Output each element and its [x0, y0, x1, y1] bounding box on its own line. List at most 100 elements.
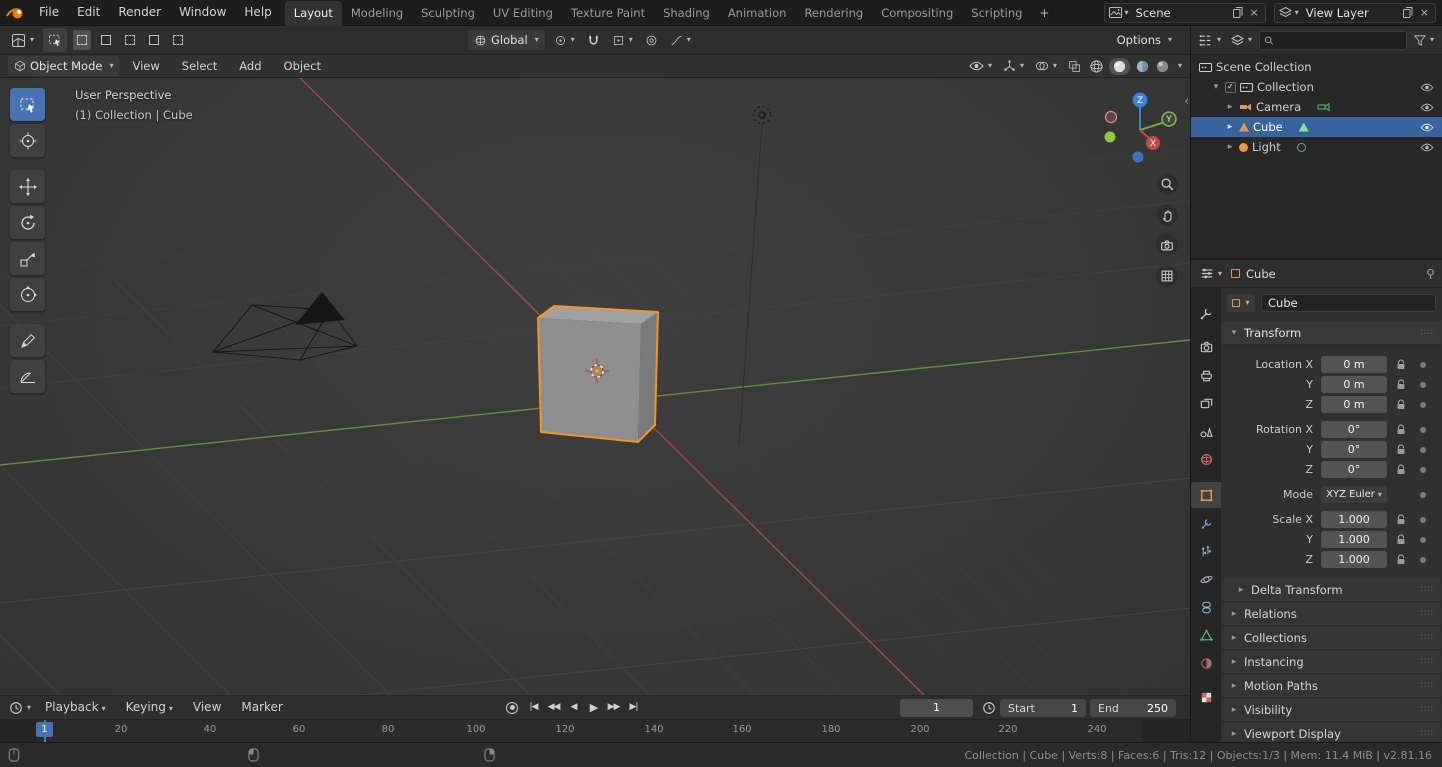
proportional-falloff-select[interactable]: ▾ — [667, 30, 694, 50]
lock-icon[interactable] — [1396, 464, 1406, 475]
blender-logo-icon[interactable] — [0, 6, 30, 20]
mode-select[interactable]: Object Mode ▾ — [8, 56, 119, 76]
next-keyframe-button[interactable]: ▶▶ — [605, 696, 622, 719]
animate-toggle[interactable] — [1420, 537, 1426, 543]
outliner-row-scene-collection[interactable]: Scene Collection — [1191, 57, 1442, 77]
annotate-tool[interactable] — [10, 324, 45, 357]
tab-object[interactable] — [1191, 482, 1221, 508]
menu-edit[interactable]: Edit — [68, 0, 109, 25]
outliner-filter-button[interactable]: ▾ — [1411, 30, 1437, 50]
workspace-tab-uv-editing[interactable]: UV Editing — [484, 1, 562, 26]
location-x-field[interactable]: 0 m — [1321, 356, 1387, 373]
active-tool-icon[interactable] — [43, 28, 67, 52]
remove-view-layer-button[interactable]: × — [1418, 6, 1431, 19]
zoom-button[interactable] — [1156, 173, 1178, 195]
location-z-field[interactable]: 0 m — [1321, 396, 1387, 413]
lock-icon[interactable] — [1396, 399, 1406, 410]
add-workspace-button[interactable]: + — [1031, 1, 1057, 26]
cursor-tool[interactable] — [10, 124, 45, 157]
scale-y-field[interactable]: 1.000 — [1321, 531, 1387, 548]
tab-render[interactable] — [1191, 334, 1221, 360]
panel-grip-icon[interactable]: ∷∷ — [1421, 585, 1434, 595]
pivot-point-select[interactable]: ▾ — [551, 30, 578, 50]
workspace-tab-modeling[interactable]: Modeling — [342, 1, 412, 26]
jump-to-start-button[interactable]: |◀ — [525, 696, 542, 719]
proportional-editing-toggle[interactable] — [642, 30, 661, 50]
shading-solid-button[interactable] — [1109, 58, 1130, 75]
scale-x-field[interactable]: 1.000 — [1321, 511, 1387, 528]
menu-add[interactable]: Add — [230, 55, 270, 77]
transform-panel-header[interactable]: ▾ Transform ∷∷ — [1222, 322, 1441, 345]
tab-output[interactable] — [1191, 362, 1221, 388]
tab-texture[interactable] — [1191, 684, 1221, 710]
panel-relations[interactable]: ▸ Relations ∷∷ — [1222, 603, 1441, 626]
playhead-frame-badge[interactable]: 1 — [36, 722, 53, 737]
animate-toggle[interactable] — [1420, 362, 1426, 368]
workspace-tab-sculpting[interactable]: Sculpting — [412, 1, 484, 26]
menu-render[interactable]: Render — [109, 0, 170, 25]
outliner-display-mode-button[interactable]: ▾ — [1228, 30, 1255, 50]
expand-icon[interactable]: ▸ — [1225, 102, 1235, 112]
animate-toggle[interactable] — [1420, 427, 1426, 433]
measure-tool[interactable] — [10, 360, 45, 393]
object-id-select[interactable]: ▾ — [1227, 294, 1255, 312]
workspace-tab-animation[interactable]: Animation — [719, 1, 796, 26]
xray-toggle[interactable] — [1065, 56, 1084, 76]
lock-icon[interactable] — [1396, 534, 1406, 545]
panel-delta-transform[interactable]: ▸ Delta Transform ∷∷ — [1222, 579, 1441, 602]
tab-tool[interactable] — [1191, 300, 1221, 326]
lock-icon[interactable] — [1396, 359, 1406, 370]
rotation-y-field[interactable]: 0° — [1321, 441, 1387, 458]
tab-constraints[interactable] — [1191, 594, 1221, 620]
viewport-3d[interactable]: User Perspective (1) Collection | Cube — [0, 78, 1190, 695]
collapse-icon[interactable]: ▾ — [1211, 82, 1221, 92]
jump-to-end-button[interactable]: ▶| — [625, 696, 642, 719]
snap-target-select[interactable]: ▾ — [609, 30, 636, 50]
overlays-toggle[interactable]: ▾ — [1032, 56, 1060, 76]
lock-icon[interactable] — [1396, 514, 1406, 525]
workspace-tab-shading[interactable]: Shading — [654, 1, 719, 26]
lock-icon[interactable] — [1396, 379, 1406, 390]
tab-scene[interactable] — [1191, 418, 1221, 444]
scene-browse-icon[interactable]: ▾ — [1109, 7, 1129, 18]
pin-icon[interactable] — [1425, 268, 1436, 280]
playback-menu[interactable]: Playback▾ — [36, 696, 115, 719]
menu-window[interactable]: Window — [170, 0, 235, 25]
timeline-view-menu[interactable]: View — [184, 696, 230, 719]
auto-key-record-button[interactable] — [506, 702, 518, 714]
rotation-x-field[interactable]: 0° — [1321, 421, 1387, 438]
rotation-z-field[interactable]: 0° — [1321, 461, 1387, 478]
tab-world[interactable] — [1191, 446, 1221, 472]
outliner-row-collection[interactable]: ▾ ✓ Collection — [1191, 77, 1442, 97]
animate-toggle[interactable] — [1420, 402, 1426, 408]
outliner-row-camera[interactable]: ▸ Camera — [1191, 97, 1442, 117]
ortho-toggle-button[interactable] — [1156, 265, 1178, 287]
lock-icon[interactable] — [1396, 554, 1406, 565]
menu-select[interactable]: Select — [173, 55, 226, 77]
hide-toggle-eye-icon[interactable] — [1420, 83, 1434, 92]
object-name-field[interactable] — [1261, 294, 1436, 312]
move-tool[interactable] — [10, 170, 45, 203]
animate-toggle[interactable] — [1420, 382, 1426, 388]
new-scene-button[interactable] — [1231, 7, 1245, 18]
sidebar-toggle-icon[interactable]: ‹ — [1184, 94, 1189, 108]
transform-orientation-select[interactable]: Global ▾ — [468, 30, 545, 50]
select-mode-intersect-button[interactable] — [169, 30, 187, 50]
shading-wireframe-button[interactable] — [1089, 59, 1104, 74]
marker-menu[interactable]: Marker — [232, 696, 291, 719]
pan-hand-button[interactable] — [1156, 204, 1178, 226]
expand-icon[interactable]: ▸ — [1225, 142, 1235, 152]
select-mode-invert-button[interactable] — [145, 30, 163, 50]
editor-type-button[interactable]: ▾ — [8, 30, 37, 50]
hide-toggle-eye-icon[interactable] — [1420, 103, 1434, 112]
timeline-ruler[interactable]: 20 40 60 80 100 120 140 160 180 200 220 … — [0, 719, 1190, 742]
location-y-field[interactable]: 0 m — [1321, 376, 1387, 393]
rotate-tool[interactable] — [10, 206, 45, 239]
tab-view-layer[interactable] — [1191, 390, 1221, 416]
panel-grip-icon[interactable]: ∷∷ — [1421, 729, 1434, 739]
select-mode-extend-button[interactable] — [97, 30, 115, 50]
tab-physics[interactable] — [1191, 566, 1221, 592]
new-view-layer-button[interactable] — [1401, 7, 1415, 18]
outliner-editor-type-button[interactable]: ▾ — [1196, 30, 1224, 50]
panel-grip-icon[interactable]: ∷∷ — [1421, 633, 1434, 643]
